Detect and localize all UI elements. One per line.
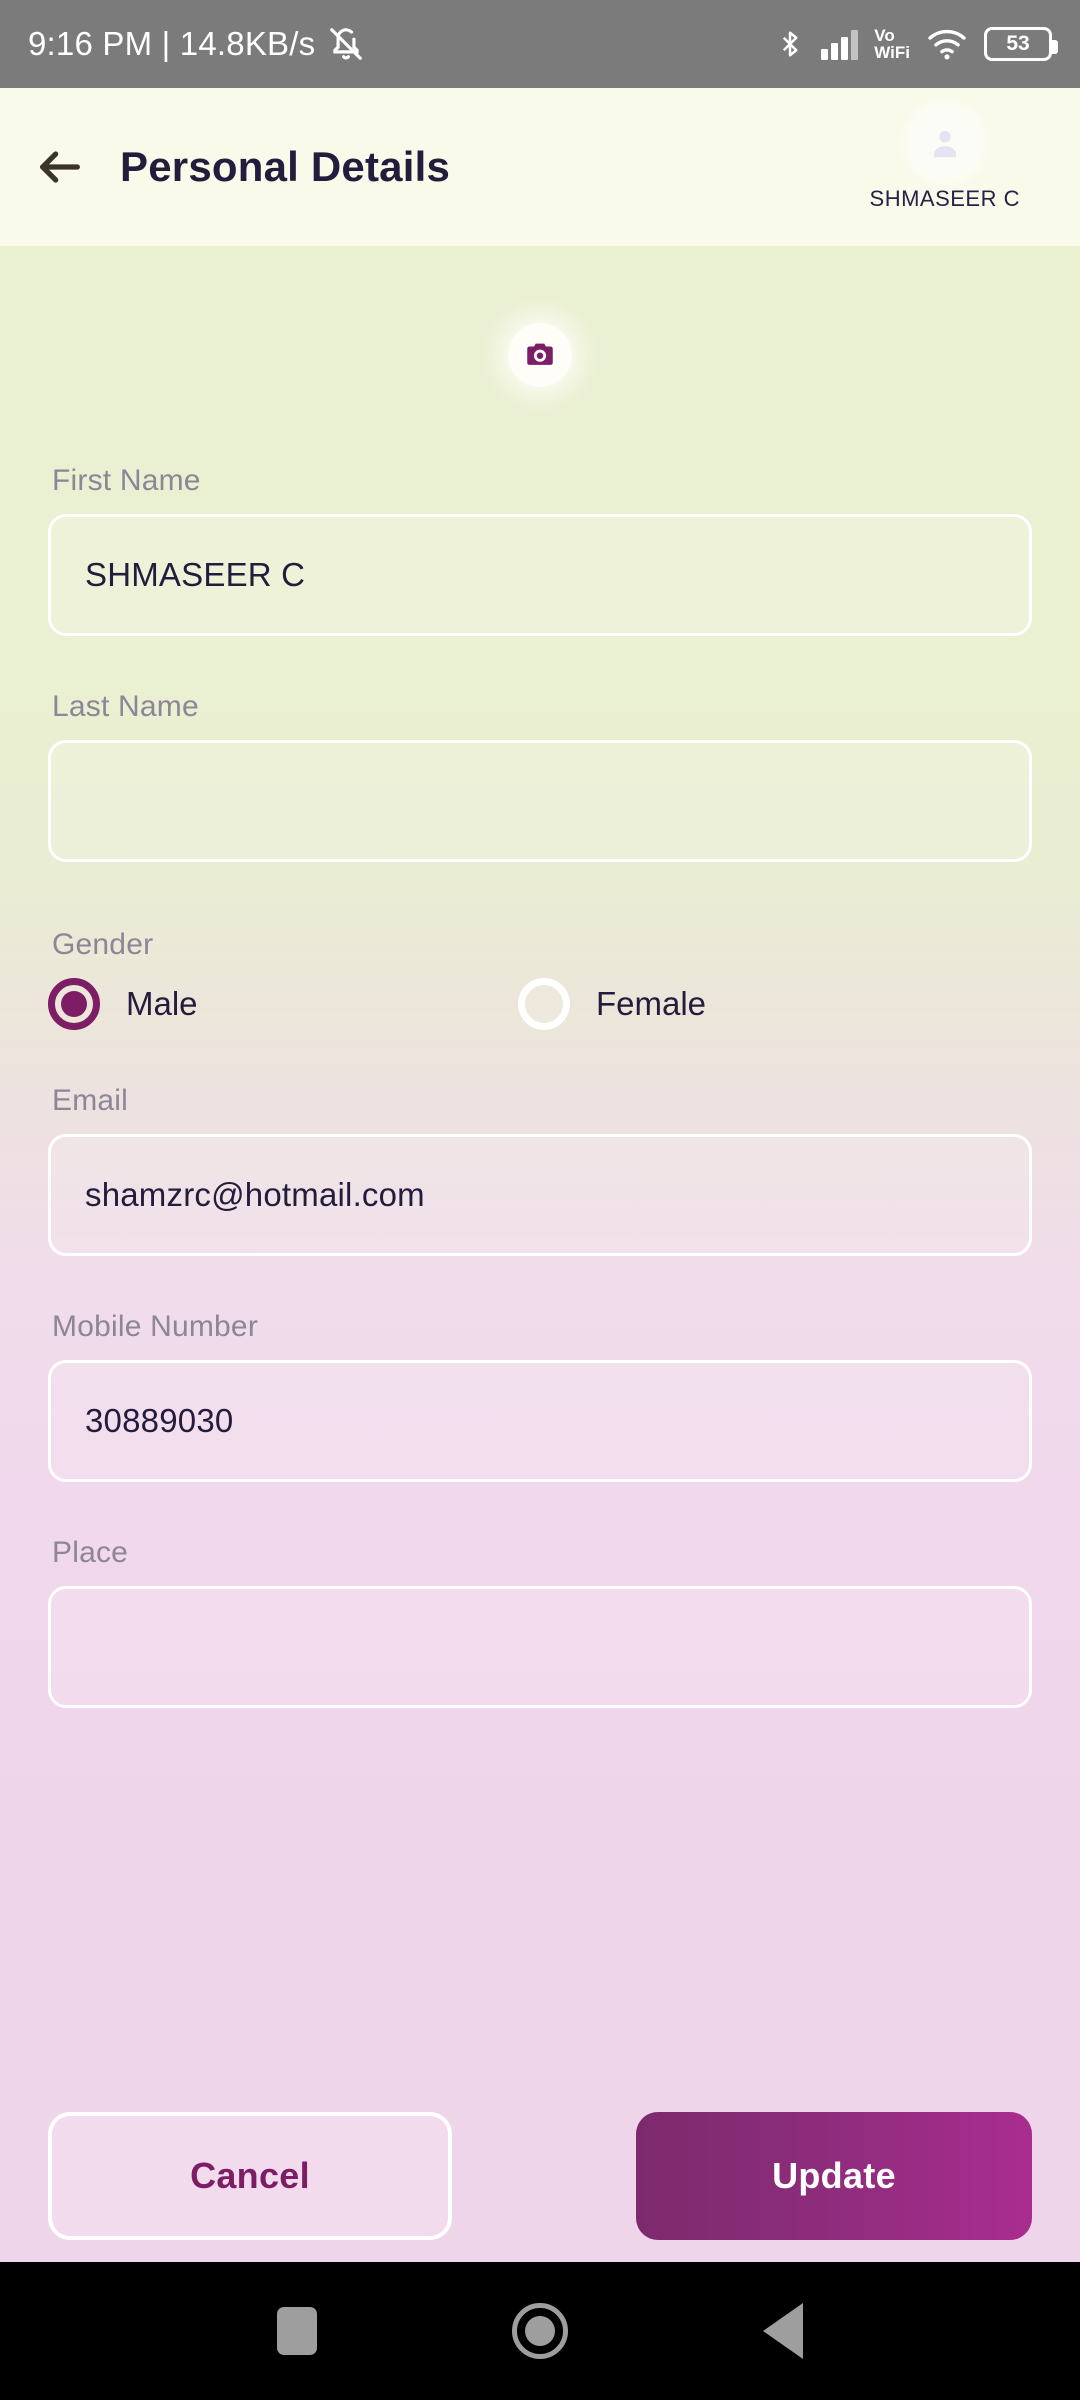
vowifi-line-2: WiFi: [874, 43, 910, 62]
email-input[interactable]: shamzrc@hotmail.com: [48, 1134, 1032, 1256]
place-label: Place: [52, 1536, 129, 1569]
mobile-number-value: 30889030: [85, 1402, 234, 1439]
camera-icon[interactable]: [508, 323, 572, 387]
cancel-button[interactable]: Cancel: [48, 2112, 452, 2240]
bell-mute-icon: [327, 25, 365, 63]
status-bar: 9:16 PM | 14.8KB/s Vo WiFi 53: [0, 0, 1080, 88]
header-user[interactable]: SHMASEER C: [870, 106, 1020, 212]
gender-female-label: Female: [596, 985, 707, 1022]
field-last-name: Last Name: [48, 690, 1032, 862]
mobile-number-input[interactable]: 30889030: [48, 1360, 1032, 1482]
vowifi-line-1: Vo: [874, 26, 895, 45]
page-title: Personal Details: [120, 143, 451, 190]
header-user-name: SHMASEER C: [869, 186, 1020, 211]
last-name-input[interactable]: [48, 740, 1032, 862]
email-label: Email: [52, 1084, 129, 1117]
gender-male-label: Male: [126, 985, 198, 1022]
update-button[interactable]: Update: [636, 2112, 1032, 2240]
email-value: shamzrc@hotmail.com: [85, 1176, 425, 1213]
vowifi-indicator: Vo WiFi: [874, 27, 910, 61]
gender-options: Male Female: [48, 978, 1032, 1030]
profile-photo-row: [48, 246, 1032, 464]
gender-label: Gender: [52, 928, 154, 961]
first-name-label: First Name: [52, 464, 201, 497]
field-first-name: First Name SHMASEER C: [48, 464, 1032, 636]
user-avatar-icon[interactable]: [907, 106, 982, 180]
wifi-icon: [926, 27, 968, 61]
field-place: Place: [48, 1536, 1032, 1708]
phone-screen: 9:16 PM | 14.8KB/s Vo WiFi 53 Personal D…: [0, 0, 1080, 2400]
android-navigation-bar: [0, 2262, 1080, 2400]
action-buttons: Cancel Update: [0, 2112, 1080, 2240]
back-triangle-icon[interactable]: [762, 2303, 803, 2359]
back-arrow-icon[interactable]: [34, 141, 86, 193]
field-mobile-number: Mobile Number 30889030: [48, 1310, 1032, 1482]
bluetooth-icon: [775, 26, 805, 62]
field-gender: Gender Male Female: [48, 928, 1032, 1030]
last-name-label: Last Name: [52, 690, 199, 723]
status-bar-left: 9:16 PM | 14.8KB/s: [28, 25, 365, 63]
cellular-signal-icon: [821, 28, 859, 60]
gender-option-male[interactable]: Male: [48, 978, 518, 1030]
first-name-value: SHMASEER C: [85, 556, 306, 593]
status-time-and-speed: 9:16 PM | 14.8KB/s: [28, 25, 316, 62]
battery-level-text: 53: [1006, 32, 1030, 55]
battery-indicator: 53: [984, 27, 1058, 61]
home-circle-icon[interactable]: [511, 2303, 568, 2359]
first-name-input[interactable]: SHMASEER C: [48, 514, 1032, 636]
radio-male-icon[interactable]: [48, 978, 100, 1030]
recents-square-icon[interactable]: [277, 2307, 318, 2355]
app-header: Personal Details SHMASEER C: [0, 88, 1080, 246]
status-bar-right: Vo WiFi 53: [775, 26, 1058, 62]
mobile-number-label: Mobile Number: [52, 1310, 259, 1343]
gender-option-female[interactable]: Female: [518, 978, 706, 1030]
field-email: Email shamzrc@hotmail.com: [48, 1084, 1032, 1256]
place-input[interactable]: [48, 1586, 1032, 1708]
form-content: First Name SHMASEER C Last Name Gender M…: [0, 246, 1080, 2262]
radio-female-icon[interactable]: [518, 978, 570, 1030]
